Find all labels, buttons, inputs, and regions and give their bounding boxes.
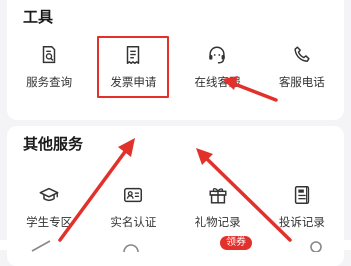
paper-plane-icon[interactable] [30, 240, 52, 252]
tool-service-phone-label: 客服电话 [278, 75, 325, 89]
other-services-grid: 学生专区 实名认证 礼物记录 投诉记录 [7, 176, 344, 238]
complaint-record-icon [294, 186, 310, 204]
other-services-title: 其他服务 [23, 135, 84, 153]
invoice-receipt-icon [127, 46, 140, 64]
service-student-zone-label: 学生专区 [26, 215, 73, 229]
service-complaint-records-label: 投诉记录 [278, 215, 325, 229]
tools-grid: 服务查询 发票申请 在线客服 客服电话 [7, 36, 344, 98]
tools-card: 工具 服务查询 发票申请 在线客服 客服电话 [7, 0, 344, 120]
tool-service-query[interactable]: 服务查询 [7, 36, 91, 98]
service-real-name-auth[interactable]: 实名认证 [91, 176, 175, 238]
gift-icon [209, 188, 227, 204]
coupon-badge[interactable]: 领券 [220, 236, 252, 250]
graduation-cap-icon [39, 187, 59, 202]
service-real-name-auth-label: 实名认证 [110, 215, 157, 229]
bottom-nav-bar [0, 240, 351, 252]
tool-online-service-label: 在线客服 [194, 75, 241, 89]
tool-invoice-application[interactable]: 发票申请 [97, 36, 170, 98]
search-document-icon [42, 46, 56, 64]
service-complaint-records[interactable]: 投诉记录 [260, 176, 344, 238]
tools-section-title: 工具 [23, 8, 54, 26]
headset-icon [209, 46, 226, 64]
service-gift-records[interactable]: 礼物记录 [176, 176, 260, 238]
phone-icon [294, 46, 310, 62]
service-gift-records-label: 礼物记录 [194, 215, 241, 229]
tool-service-query-label: 服务查询 [26, 75, 73, 89]
tool-online-service[interactable]: 在线客服 [175, 36, 259, 98]
home-tab-icon[interactable] [120, 240, 142, 252]
tool-service-phone[interactable]: 客服电话 [260, 36, 344, 98]
id-card-icon [124, 187, 143, 203]
service-student-zone[interactable]: 学生专区 [7, 176, 91, 238]
tool-invoice-application-label: 发票申请 [110, 75, 157, 89]
profile-tab-icon[interactable] [305, 240, 327, 252]
